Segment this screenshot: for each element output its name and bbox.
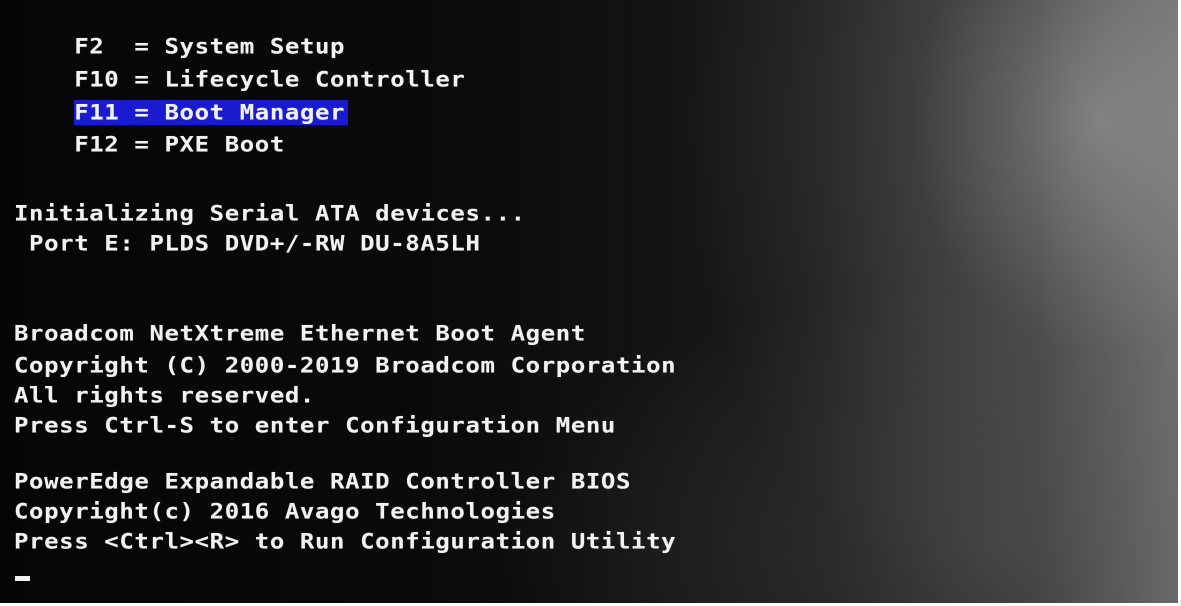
bios-post-screen: F2 = System Setup F10 = Lifecycle Contro…	[0, 0, 1178, 603]
raid-bios-title: PowerEdge Expandable RAID Controller BIO…	[14, 468, 632, 495]
hotkey-pxe-boot[interactable]: F12 = PXE Boot	[14, 104, 285, 185]
text-cursor	[15, 576, 30, 581]
raid-config-prompt: Press <Ctrl><R> to Run Configuration Uti…	[14, 528, 677, 555]
sata-init-text: Initializing Serial ATA devices...	[14, 200, 526, 227]
hotkey-label: F12 = PXE Boot	[74, 131, 285, 158]
broadcom-copyright: Copyright (C) 2000-2019 Broadcom Corpora…	[14, 352, 677, 379]
broadcom-agent-title: Broadcom NetXtreme Ethernet Boot Agent	[14, 320, 586, 347]
raid-copyright: Copyright(c) 2016 Avago Technologies	[14, 498, 556, 525]
broadcom-config-prompt: Press Ctrl-S to enter Configuration Menu	[14, 412, 616, 439]
broadcom-rights: All rights reserved.	[14, 382, 315, 409]
sata-port-text: Port E: PLDS DVD+/-RW DU-8A5LH	[14, 230, 481, 257]
